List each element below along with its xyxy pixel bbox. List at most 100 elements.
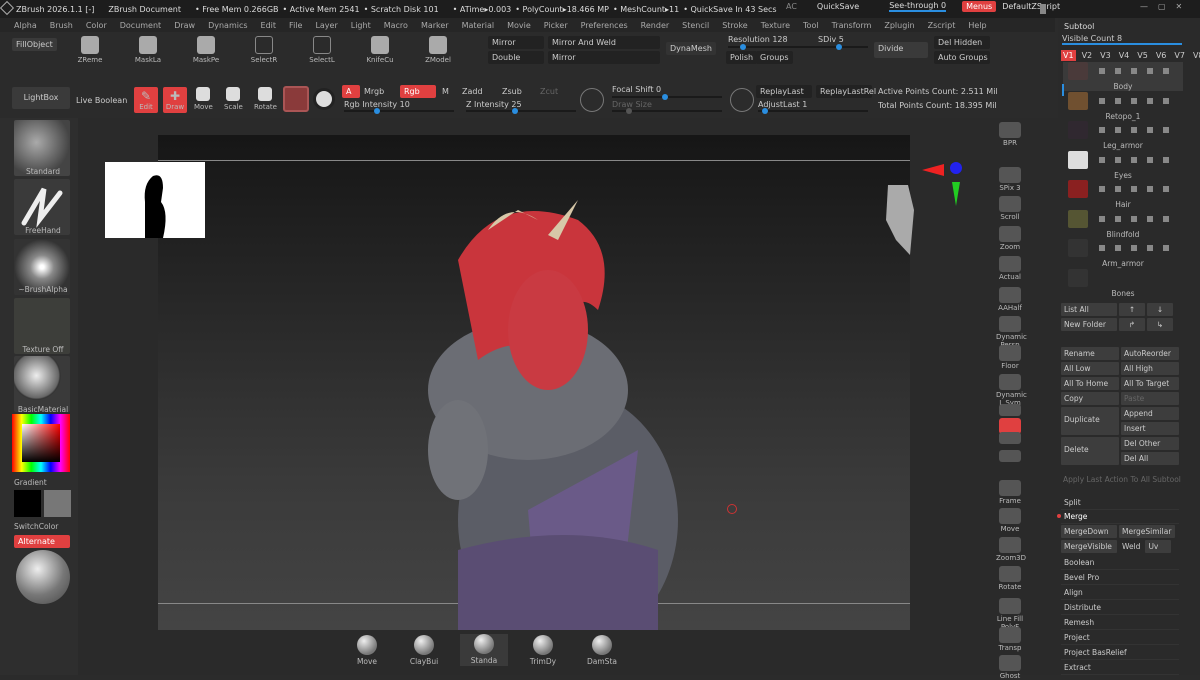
version-v4[interactable]: V4 bbox=[1117, 50, 1132, 61]
menu-help[interactable]: Help bbox=[968, 21, 986, 30]
edit-button[interactable]: ✎ Edit bbox=[134, 87, 158, 113]
menu-marker[interactable]: Marker bbox=[421, 21, 449, 30]
visibility-toggles[interactable] bbox=[1099, 245, 1179, 251]
right-tool-actual[interactable]: Actual bbox=[996, 256, 1024, 281]
mergevisible-button[interactable]: MergeVisible bbox=[1061, 540, 1117, 553]
all-to-target-button[interactable]: All To Target bbox=[1121, 377, 1179, 390]
move-bottom-button[interactable]: ↳ bbox=[1147, 318, 1173, 331]
menu-align[interactable]: Align bbox=[1061, 586, 1179, 600]
del-hidden-button[interactable]: Del Hidden bbox=[934, 36, 990, 49]
a-button[interactable]: A bbox=[342, 85, 360, 98]
version-v1[interactable]: V1 bbox=[1061, 50, 1076, 61]
new-folder-button[interactable]: New Folder bbox=[1061, 318, 1117, 331]
version-v3[interactable]: V3 bbox=[1098, 50, 1113, 61]
bottom-brush-move[interactable]: Move bbox=[343, 635, 391, 666]
subtool-item-leg_armor[interactable]: Leg_armor bbox=[1063, 121, 1183, 150]
subtool-item-hair[interactable]: Hair bbox=[1063, 180, 1183, 209]
right-tool-frame[interactable]: Frame bbox=[996, 480, 1024, 505]
visibility-toggles[interactable] bbox=[1099, 97, 1179, 104]
quicksave-button[interactable]: QuickSave bbox=[817, 2, 859, 11]
mirror2-button[interactable]: Mirror bbox=[548, 51, 660, 64]
bottom-brush-claybui[interactable]: ClayBui bbox=[400, 635, 448, 666]
move-top-button[interactable]: ↱ bbox=[1119, 318, 1145, 331]
secondary-color-swatch[interactable] bbox=[44, 490, 71, 517]
zadd-button[interactable]: Zadd bbox=[462, 87, 483, 96]
menu-macro[interactable]: Macro bbox=[384, 21, 408, 30]
apply-last-action[interactable]: Apply Last Action To All Subtool bbox=[1063, 475, 1181, 484]
window-controls[interactable]: —▢✕ bbox=[1140, 2, 1192, 11]
m-button[interactable]: M bbox=[442, 87, 449, 96]
rotate-button[interactable]: Rotate bbox=[254, 87, 277, 111]
move-up-button[interactable]: ↑ bbox=[1119, 303, 1145, 316]
menu-edit[interactable]: Edit bbox=[261, 21, 277, 30]
panel-toggle-icon[interactable] bbox=[1040, 4, 1046, 14]
switchcolor-button[interactable]: SwitchColor bbox=[14, 522, 72, 531]
delete-button[interactable]: Delete bbox=[1061, 437, 1119, 465]
menu-zscript[interactable]: Zscript bbox=[928, 21, 956, 30]
mergedown-button[interactable]: MergeDown bbox=[1061, 525, 1117, 538]
right-tool-transp[interactable]: Transp bbox=[996, 627, 1024, 652]
copy-button[interactable]: Copy bbox=[1061, 392, 1119, 405]
right-tool-dynamic-l-sym[interactable]: Dynamic L.Sym bbox=[996, 374, 1027, 407]
sdiv-slider[interactable]: SDiv 5 bbox=[818, 35, 844, 44]
tool-maskla-button[interactable]: MaskLa bbox=[130, 36, 166, 64]
right-tool-bpr[interactable]: BPR bbox=[996, 122, 1024, 147]
alternate-button[interactable]: Alternate bbox=[14, 535, 70, 548]
fillobject-button[interactable]: FillObject bbox=[12, 38, 57, 51]
draw-button[interactable]: ✚ Draw bbox=[163, 87, 187, 113]
mirror-weld-button[interactable]: Mirror And Weld bbox=[548, 36, 660, 49]
tool-selectl-button[interactable]: SelectL bbox=[304, 36, 340, 64]
rename-button[interactable]: Rename bbox=[1061, 347, 1119, 360]
focal-shift-slider[interactable]: Focal Shift 0 bbox=[612, 85, 661, 94]
right-tool-scroll[interactable]: Scroll bbox=[996, 196, 1024, 221]
menu-boolean[interactable]: Boolean bbox=[1061, 556, 1179, 570]
menu-document[interactable]: Document bbox=[120, 21, 161, 30]
draw-size-slider[interactable]: Draw Size bbox=[612, 100, 652, 109]
subtool-item-arm_armor[interactable]: Arm_armor bbox=[1063, 239, 1183, 268]
visibility-toggles[interactable] bbox=[1099, 215, 1179, 222]
replaylast-button[interactable]: ReplayLast bbox=[756, 85, 812, 98]
all-low-button[interactable]: All Low bbox=[1061, 362, 1119, 375]
double-button[interactable]: Double bbox=[488, 51, 544, 64]
split-menu[interactable]: Split bbox=[1061, 496, 1179, 510]
mirror-button[interactable]: Mirror bbox=[488, 36, 544, 49]
merge-menu[interactable]: Merge bbox=[1061, 510, 1179, 524]
tool-selectr-button[interactable]: SelectR bbox=[246, 36, 282, 64]
replaylastrel-button[interactable]: ReplayLastRel bbox=[816, 85, 876, 98]
version-v7[interactable]: V7 bbox=[1172, 50, 1187, 61]
zsub-button[interactable]: Zsub bbox=[502, 87, 522, 96]
menu-project-basrelief[interactable]: Project BasRelief bbox=[1061, 646, 1179, 660]
see-through-slider[interactable]: See-through 0 bbox=[889, 1, 947, 12]
subtool-item-blindfold[interactable]: Blindfold bbox=[1063, 209, 1183, 239]
menu-color[interactable]: Color bbox=[86, 21, 107, 30]
right-tool-icon-12[interactable] bbox=[996, 450, 1024, 463]
menu-dynamics[interactable]: Dynamics bbox=[208, 21, 247, 30]
solo-icon[interactable] bbox=[313, 88, 335, 110]
right-tool-spix-3[interactable]: SPix 3 bbox=[996, 167, 1024, 192]
right-tool-move[interactable]: Move bbox=[996, 508, 1024, 533]
weld-button[interactable]: Weld bbox=[1119, 540, 1143, 553]
live-boolean-button[interactable]: Live Boolean bbox=[76, 96, 127, 105]
polish-button[interactable]: Polish bbox=[726, 51, 758, 64]
menu-distribute[interactable]: Distribute bbox=[1061, 601, 1179, 615]
menu-picker[interactable]: Picker bbox=[544, 21, 568, 30]
menus-button[interactable]: Menus bbox=[962, 1, 997, 12]
menu-file[interactable]: File bbox=[289, 21, 302, 30]
visibility-toggles[interactable] bbox=[1099, 68, 1179, 74]
version-v8[interactable]: V8 bbox=[1191, 50, 1200, 61]
all-high-button[interactable]: All High bbox=[1121, 362, 1179, 375]
del-all-button[interactable]: Del All bbox=[1121, 452, 1179, 465]
material-icon[interactable] bbox=[14, 356, 70, 412]
gyro-head-icon[interactable] bbox=[880, 180, 916, 260]
material-sphere-icon[interactable] bbox=[16, 550, 70, 604]
version-v5[interactable]: V5 bbox=[1135, 50, 1150, 61]
insert-button[interactable]: Insert bbox=[1121, 422, 1179, 435]
visibility-toggles[interactable] bbox=[1099, 186, 1179, 192]
subtool-item-bones[interactable]: Bones bbox=[1063, 268, 1183, 298]
groups-button[interactable]: Groups bbox=[756, 51, 793, 64]
menu-transform[interactable]: Transform bbox=[832, 21, 872, 30]
del-other-button[interactable]: Del Other bbox=[1121, 437, 1179, 450]
all-to-home-button[interactable]: All To Home bbox=[1061, 377, 1119, 390]
stroke-icon[interactable] bbox=[580, 88, 604, 112]
tool-zmodel-button[interactable]: ZModel bbox=[420, 36, 456, 64]
